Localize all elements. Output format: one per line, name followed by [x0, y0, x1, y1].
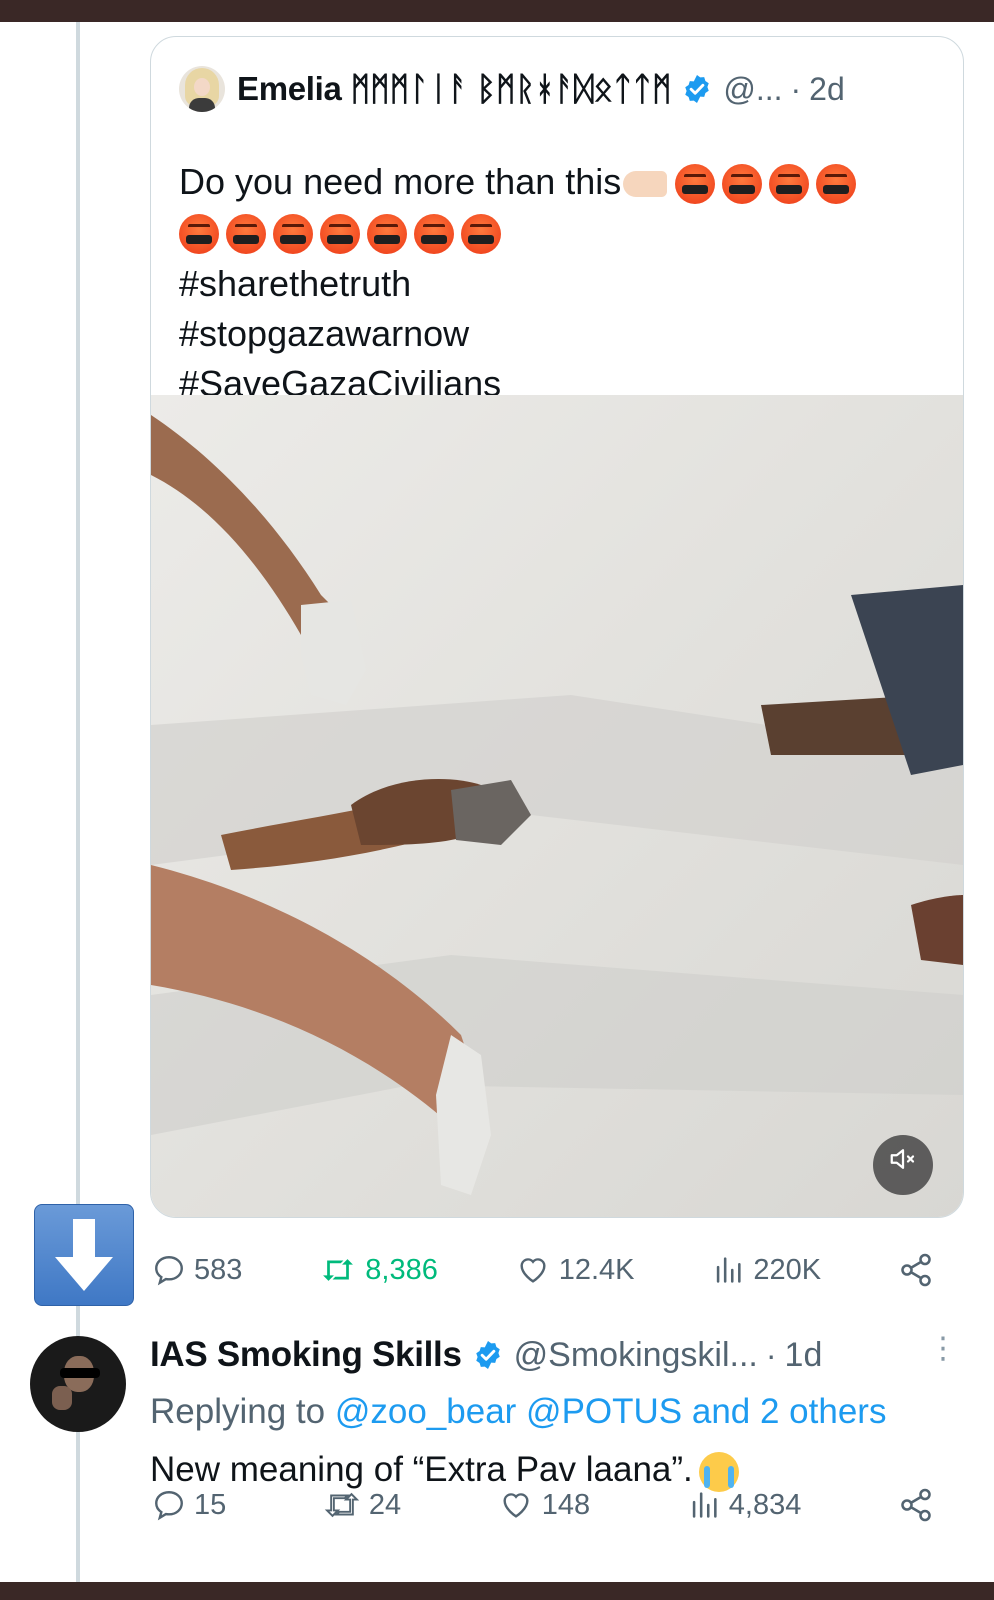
angry-symbols-emoji-icon	[226, 214, 266, 255]
hashtag-link[interactable]: #stopgazawarnow	[179, 309, 939, 359]
share-button[interactable]	[898, 1252, 942, 1288]
retweet-count: 24	[368, 1488, 402, 1521]
angry-symbols-emoji-icon	[367, 214, 407, 255]
angry-symbols-emoji-icon	[273, 214, 313, 255]
video-frame	[151, 395, 963, 1217]
quoted-tweet-header: Emelia ᛗᛗᛗᛚᛁᚨ ᛒᛗᚱᚼᚨᛞᛟᛏᛏᛗ @... · 2d	[179, 63, 943, 115]
angry-symbols-emoji-icon	[722, 164, 763, 205]
hashtag-link[interactable]: #sharethetruth	[179, 259, 939, 309]
retweet-button[interactable]: 8,386	[319, 1253, 438, 1287]
angry-symbols-emoji-icon	[769, 164, 810, 205]
emoji-row	[179, 207, 939, 259]
angry-symbols-emoji-icon	[675, 164, 716, 205]
views-button[interactable]: 4,834	[687, 1488, 802, 1522]
replying-to-label: Replying to	[150, 1392, 326, 1431]
reply-author-handle[interactable]: @Smokingskil...	[514, 1336, 758, 1375]
author-avatar[interactable]	[179, 66, 225, 112]
views-chart-icon	[692, 1492, 717, 1518]
tweet-text-line: Do you need more than this	[179, 157, 939, 207]
reply-button[interactable]: 583	[152, 1253, 242, 1287]
tweet-text-first-line: Do you need more than this	[179, 161, 622, 202]
tweet-video[interactable]	[151, 395, 963, 1217]
author-handle[interactable]: @...	[723, 71, 782, 108]
replying-to-users-link[interactable]: @zoo_bear @POTUS and 2 others	[335, 1392, 887, 1431]
tweet-time[interactable]: 2d	[809, 71, 845, 108]
reply-tweet-time[interactable]: 1d	[785, 1336, 823, 1375]
like-button[interactable]: 12.4K	[515, 1253, 635, 1287]
reply-tweet-header: IAS Smoking Skills @Smokingskil... · 1d …	[150, 1328, 958, 1382]
like-button[interactable]: 148	[498, 1488, 590, 1522]
views-count: 220K	[753, 1253, 822, 1286]
reply-author-avatar[interactable]	[30, 1336, 126, 1432]
more-options-icon[interactable]: ⋮	[928, 1334, 958, 1364]
reply-icon	[155, 1256, 183, 1286]
reply-text-body: New meaning of “Extra Pav laana”.	[150, 1450, 693, 1489]
like-count: 148	[541, 1488, 591, 1521]
bottom-frame-bar	[0, 1582, 994, 1600]
retweet-icon	[324, 1492, 360, 1518]
like-count: 12.4K	[558, 1253, 635, 1286]
share-icon	[901, 1488, 931, 1522]
down-arrow-emoji-icon	[34, 1204, 134, 1306]
reply-count: 583	[194, 1253, 243, 1286]
pointing-hand-emoji-icon	[623, 171, 668, 198]
reply-button[interactable]: 15	[152, 1488, 226, 1522]
quoted-tweet-card[interactable]: Emelia ᛗᛗᛗᛚᛁᚨ ᛒᛗᚱᚼᚨᛞᛟᛏᛏᛗ @... · 2d Do yo…	[150, 36, 964, 1218]
verified-badge-icon	[685, 75, 710, 103]
heart-icon	[503, 1493, 529, 1518]
top-frame-bar	[0, 0, 994, 22]
time-separator: ·	[790, 70, 802, 107]
views-chart-icon	[717, 1257, 741, 1283]
replying-to-line: Replying to @zoo_bear @POTUS and 2 other…	[150, 1392, 886, 1432]
volume-muted-icon	[890, 1149, 915, 1169]
retweet-button[interactable]: 24	[323, 1488, 401, 1522]
angry-symbols-emoji-icon	[179, 214, 219, 255]
reply-icon	[155, 1491, 183, 1521]
share-icon	[901, 1253, 931, 1287]
mute-button[interactable]	[873, 1135, 933, 1195]
share-button[interactable]	[898, 1487, 942, 1523]
angry-symbols-emoji-icon	[320, 214, 360, 255]
angry-symbols-emoji-icon	[816, 164, 857, 205]
views-button[interactable]: 220K	[711, 1253, 821, 1287]
reply-tweet-action-bar: 15 24 148 4,834	[152, 1485, 942, 1525]
angry-symbols-emoji-icon	[461, 214, 501, 255]
quoted-tweet-text: Do you need more than this #sharethetrut…	[179, 157, 939, 409]
views-count: 4,834	[728, 1488, 802, 1521]
author-name[interactable]: Emelia ᛗᛗᛗᛚᛁᚨ ᛒᛗᚱᚼᚨᛞᛟᛏᛏᛗ	[237, 70, 672, 108]
retweet-count: 8,386	[365, 1253, 438, 1286]
quoted-tweet-action-bar: 583 8,386 12.4K 220K	[152, 1250, 942, 1290]
retweet-icon	[323, 1259, 354, 1281]
reply-author-name[interactable]: IAS Smoking Skills	[150, 1335, 462, 1375]
verified-badge-icon	[475, 1341, 500, 1369]
reply-count: 15	[194, 1488, 227, 1521]
time-separator: ·	[765, 1336, 777, 1373]
angry-symbols-emoji-icon	[414, 214, 454, 255]
heart-icon	[520, 1258, 546, 1283]
